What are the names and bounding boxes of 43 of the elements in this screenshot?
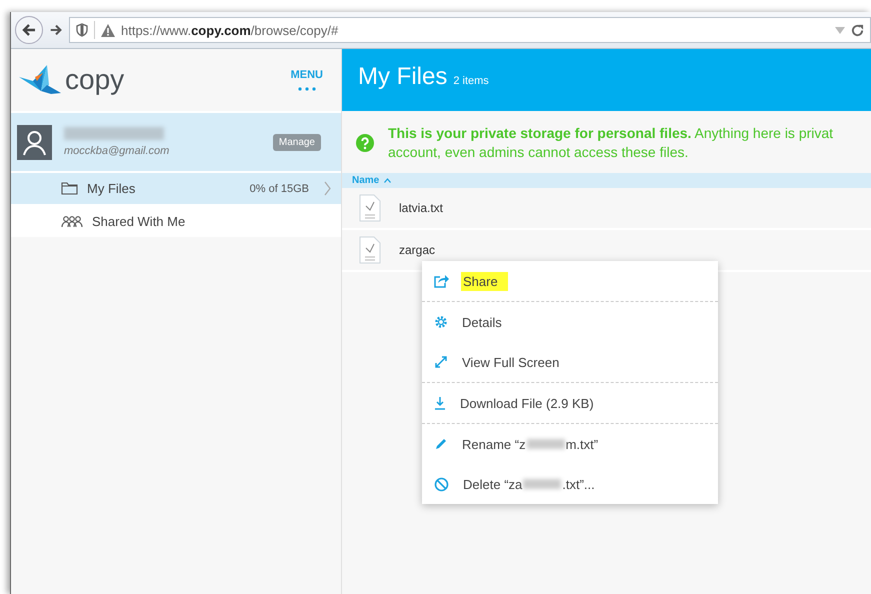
dots-icon: [298, 87, 316, 91]
shield-icon: [76, 23, 88, 37]
avatar-icon: [17, 124, 52, 160]
download-icon: [434, 396, 446, 410]
nav-label: My Files: [87, 181, 136, 196]
arrow-right-icon: [49, 23, 63, 37]
warning-icon: [101, 24, 115, 36]
file-name: latvia.txt: [399, 201, 444, 215]
notice-text: This is your private storage for personal files. Anything here is privat: [388, 125, 834, 141]
people-icon: [61, 215, 83, 228]
menu-item[interactable]: Details: [422, 301, 718, 342]
gear-icon: [434, 315, 448, 329]
logo-text: copy: [65, 64, 124, 96]
pencil-icon: [434, 437, 448, 451]
url-text: https://www.copy.com/browse/copy/#: [121, 22, 340, 38]
bird-logo-icon: [17, 63, 63, 97]
text-file-icon: [359, 236, 381, 264]
sidebar-item[interactable]: Shared With Me: [11, 204, 341, 237]
nav-label: Shared With Me: [92, 214, 186, 229]
menu-item[interactable]: Rename “z m.txt”: [422, 423, 718, 464]
notice-text: account, even admins cannot access these files.: [388, 144, 690, 160]
user-email: mocckba@gmail.com: [64, 145, 170, 157]
back-button[interactable]: [15, 16, 43, 44]
prohibited-icon: [434, 476, 449, 492]
expand-icon: [434, 355, 448, 369]
arrow-left-icon: [21, 22, 37, 38]
sidebar-item[interactable]: My Files 0% of 15GB: [11, 171, 341, 204]
folder-icon: [61, 182, 78, 195]
help-icon: [356, 134, 374, 152]
menu-item[interactable]: Delete “za .txt”...: [422, 464, 718, 504]
menu-item[interactable]: Download File (2.9 KB): [422, 382, 718, 423]
reload-icon[interactable]: [851, 24, 864, 36]
chevron-icon: [324, 181, 331, 196]
share-icon: [434, 274, 449, 288]
text-file-icon: [359, 194, 381, 222]
file-name: zargac: [399, 243, 436, 257]
address-bar[interactable]: https://www.copy.com/browse/copy/#: [69, 17, 871, 43]
page-title: My Files: [358, 63, 448, 91]
menu-item[interactable]: View Full Screen: [422, 342, 718, 382]
item-count: 2 items: [453, 75, 489, 87]
storage-quota: 0% of 15GB: [250, 182, 309, 194]
sort-icon: [384, 178, 392, 183]
file-row[interactable]: latvia.txt: [342, 188, 871, 230]
